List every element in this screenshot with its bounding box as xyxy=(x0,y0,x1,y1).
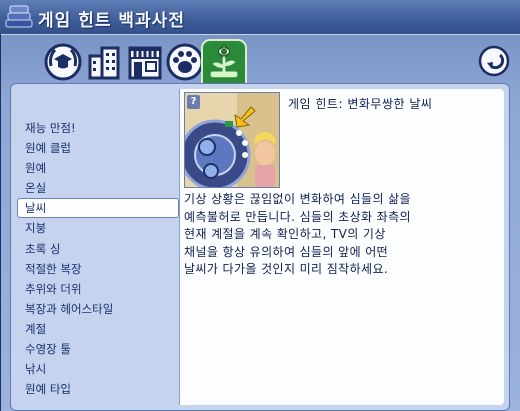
list-item[interactable]: 복장과 헤어스타일 xyxy=(17,299,179,319)
list-item[interactable]: 추위와 더위 xyxy=(17,279,179,299)
hint-body-line: 채널을 항상 유의하여 심들의 앞에 어떤 xyxy=(184,244,389,259)
tab-pets[interactable] xyxy=(165,42,205,82)
list-item[interactable]: 적절한 복장 xyxy=(17,259,179,279)
list-item[interactable]: 지붕 xyxy=(17,218,179,238)
tab-nature[interactable] xyxy=(201,39,247,85)
tab-buildings[interactable] xyxy=(85,42,125,82)
hint-title: 게임 힌트: 변화무쌍한 날씨 xyxy=(288,97,433,111)
buildings-icon xyxy=(88,46,120,80)
list-item[interactable]: 계절 xyxy=(17,319,179,339)
content-area: 재능 만점! 원예 클럽 원예 온실 날씨 지붕 초록 싱 적절한 복장 추위와… xyxy=(10,83,510,411)
list-item[interactable]: 초록 싱 xyxy=(17,239,179,259)
window-title: 게임 힌트 백과사전 xyxy=(38,11,185,31)
hint-body-line: 현재 계절을 계속 확인하고, TV의 기상 xyxy=(184,227,386,241)
list-item[interactable]: 원예 클럽 xyxy=(17,138,179,158)
tab-shop[interactable] xyxy=(125,42,165,82)
graduation-laurel-icon xyxy=(44,43,82,81)
hint-body-line: 예측불허로 만듭니다. 심들의 초상화 좌측의 xyxy=(184,209,411,224)
books-icon xyxy=(5,5,33,28)
flower-icon xyxy=(210,45,238,78)
hint-body-line: 기상 상황은 끊임없이 변화하여 심들의 삶을 xyxy=(184,192,411,206)
tab-skills[interactable] xyxy=(43,42,83,82)
title-bar: 게임 힌트 백과사전 xyxy=(0,0,520,35)
list-item[interactable]: 원예 xyxy=(17,158,179,178)
shop-awning-icon xyxy=(128,46,162,80)
hint-body-line: 날씨가 다가올 것인지 미리 짐작하세요. xyxy=(184,262,389,276)
help-badge: ? xyxy=(187,95,200,109)
back-arrow-icon[interactable] xyxy=(478,45,510,77)
topic-list: 재능 만점! 원예 클럽 원예 온실 날씨 지붕 초록 싱 적절한 복장 추위와… xyxy=(17,118,179,399)
list-item[interactable]: 원예 타입 xyxy=(17,379,179,399)
list-item[interactable]: 수영장 툴 xyxy=(17,339,179,359)
hint-screenshot: ? xyxy=(184,92,280,188)
detail-pane: ? 게임 힌트: 변화무쌍한 날씨 기상 상황은 끊임없이 변화하여 심들의 삶… xyxy=(179,89,504,405)
list-item[interactable]: 재능 만점! xyxy=(17,118,179,138)
encyclopedia-panel: 재능 만점! 원예 클럽 원예 온실 날씨 지붕 초록 싱 적절한 복장 추위와… xyxy=(1,34,520,411)
list-item[interactable]: 온실 xyxy=(17,178,179,198)
list-item-selected[interactable]: 날씨 xyxy=(17,198,179,219)
list-item[interactable]: 낚시 xyxy=(17,359,179,379)
paw-icon xyxy=(166,43,204,81)
hint-body: 기상 상황은 끊임없이 변화하여 심들의 삶을 예측불허로 만듭니다. 심들의 … xyxy=(184,191,500,279)
